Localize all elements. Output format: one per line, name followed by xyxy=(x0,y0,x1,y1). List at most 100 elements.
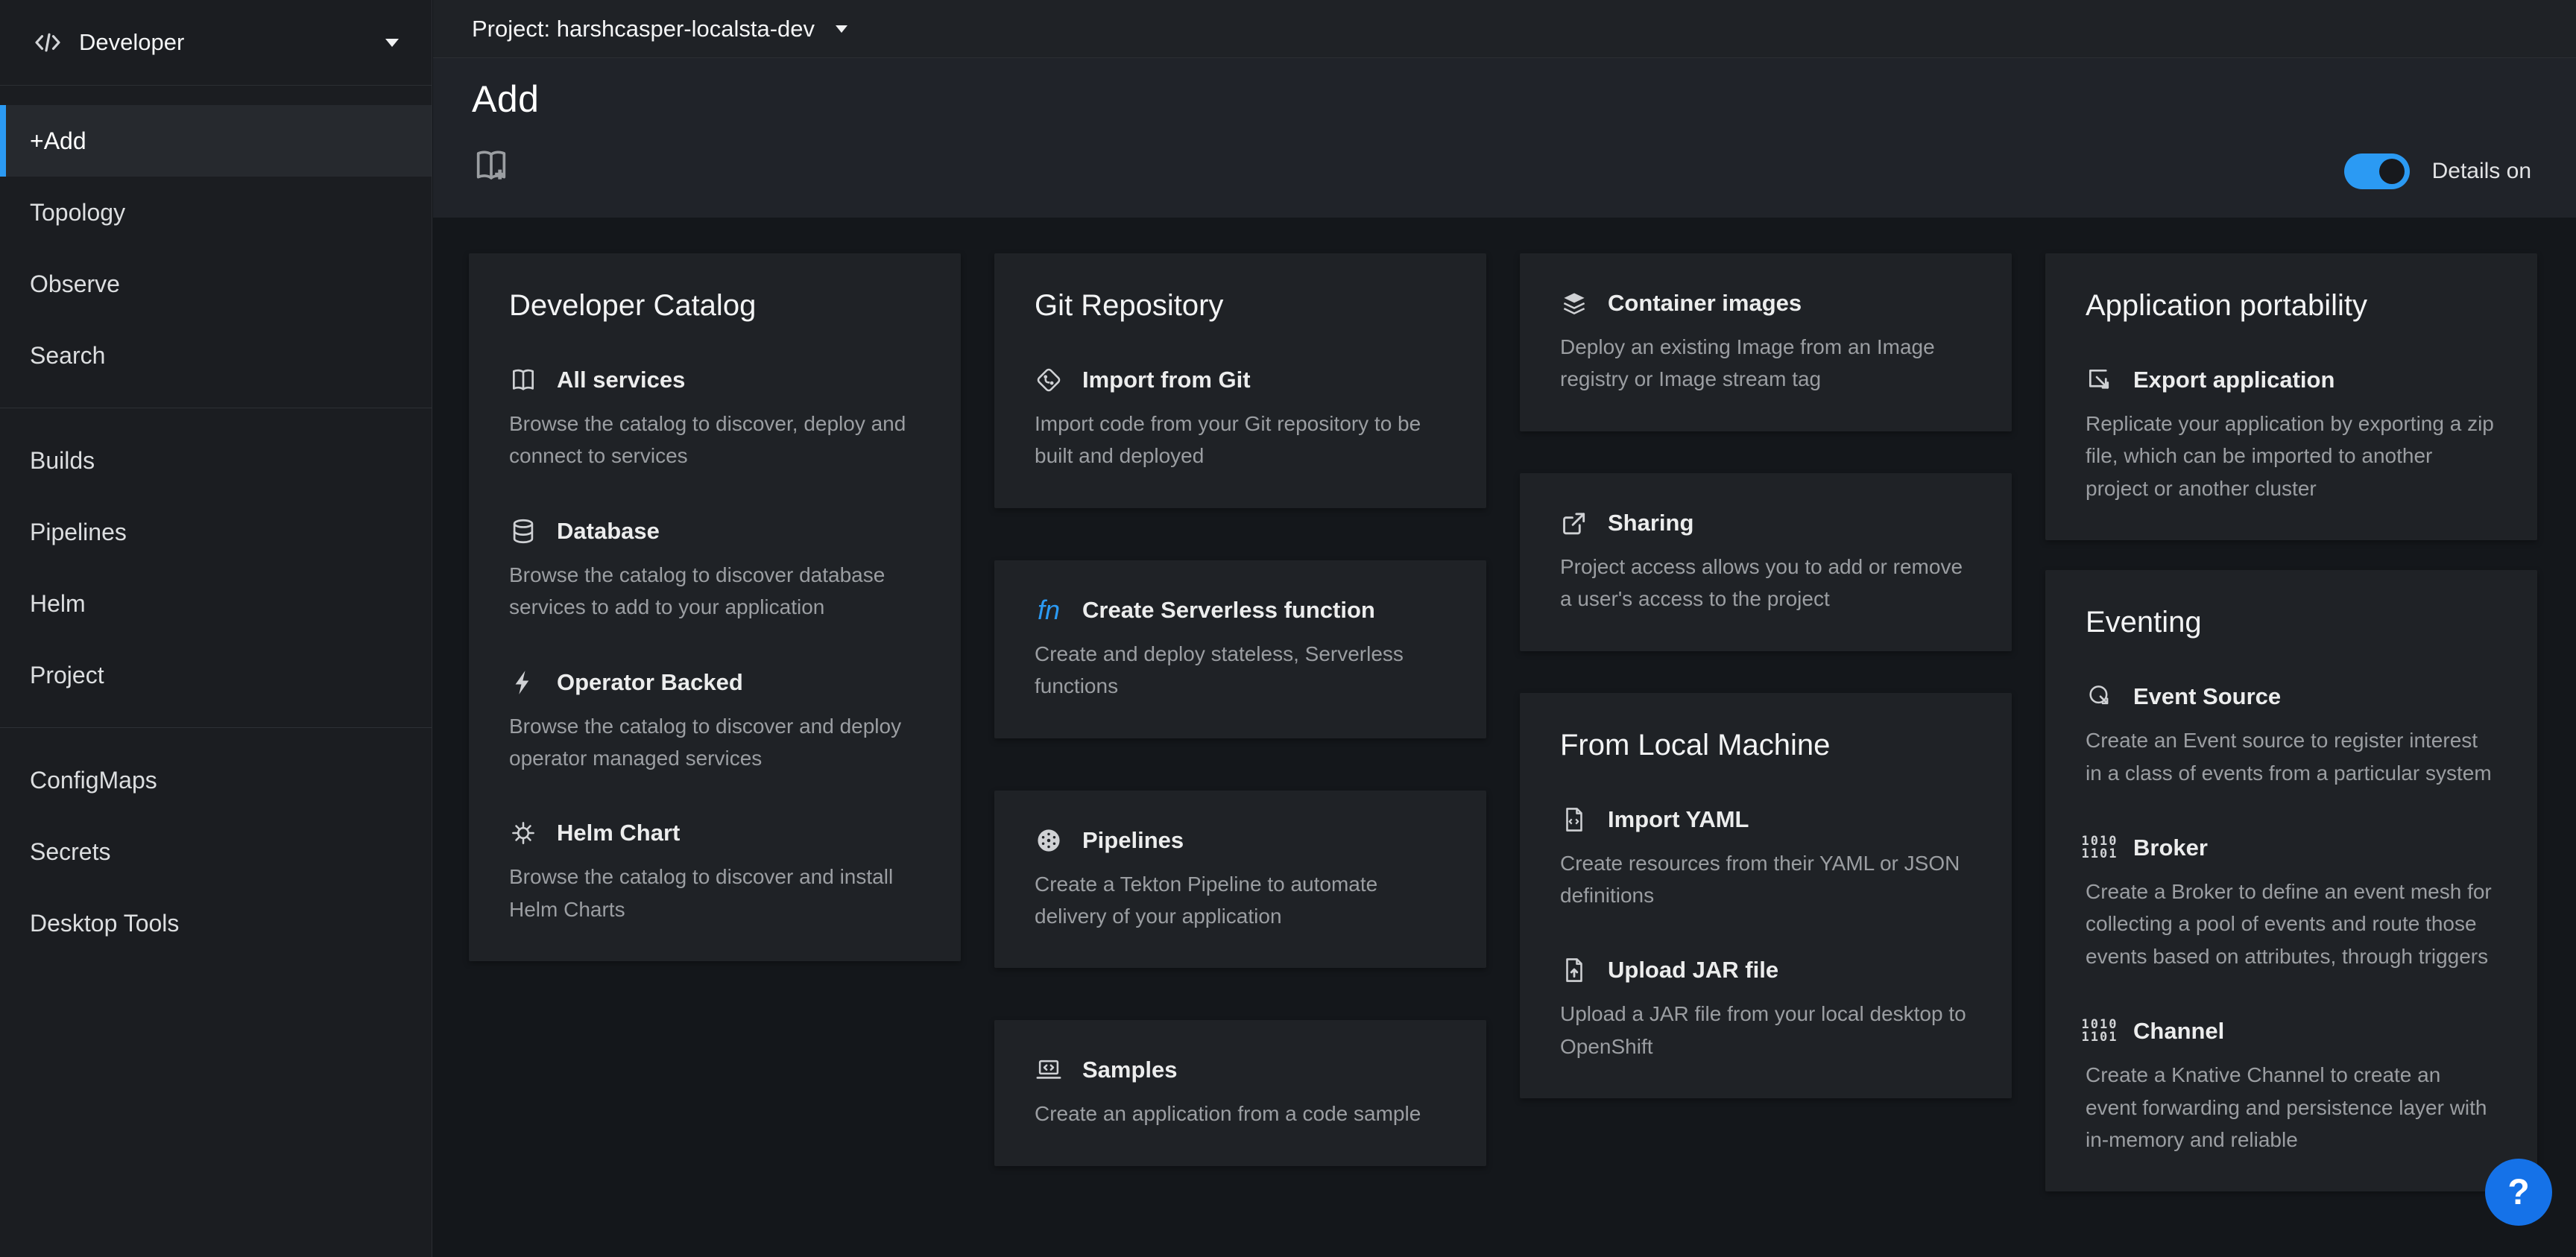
sidebar-item-pipelines[interactable]: Pipelines xyxy=(0,496,432,568)
sidebar-item-builds[interactable]: Builds xyxy=(0,425,432,496)
samples-icon xyxy=(1035,1056,1063,1084)
tile-description: Create resources from their YAML or JSON… xyxy=(1560,847,1972,912)
tile-link[interactable]: Operator Backed xyxy=(509,668,921,697)
tile-title: Import from Git xyxy=(1082,367,1251,393)
tile-description: Project access allows you to add or remo… xyxy=(1560,551,1972,615)
jar-file-icon xyxy=(1560,956,1588,984)
tile-title: Upload JAR file xyxy=(1608,957,1778,984)
tile-description: Import code from your Git repository to … xyxy=(1035,408,1446,472)
tile-sharing: Sharing Project access allows you to add … xyxy=(1560,509,1972,615)
sidebar-item-helm[interactable]: Helm xyxy=(0,568,432,639)
tile-title: Database xyxy=(557,518,660,545)
card-title: Application portability xyxy=(2086,289,2497,323)
card-column: Developer CatalogAll servicesBrowse the … xyxy=(469,253,961,1257)
tile-description: Create an application from a code sample xyxy=(1035,1098,1446,1130)
perspective-label: Developer xyxy=(79,29,369,56)
tile-container-images: Container imagesDeploy an existing Image… xyxy=(1560,289,1972,396)
sidebar-item-observe[interactable]: Observe xyxy=(0,248,432,320)
card-column: Application portability Export applicatio… xyxy=(2045,253,2537,1257)
tile-description: Upload a JAR file from your local deskto… xyxy=(1560,998,1972,1063)
card-column: Container imagesDeploy an existing Image… xyxy=(1520,253,2012,1257)
tile-channel: 1010 1101ChannelCreate a Knative Channel… xyxy=(2086,1017,2497,1156)
tile-title: Operator Backed xyxy=(557,669,743,696)
developer-code-icon xyxy=(33,28,63,57)
tile-link[interactable]: 1010 1101Channel xyxy=(2086,1017,2497,1045)
page-title: Add xyxy=(472,58,2531,121)
tile-link[interactable]: Import YAML xyxy=(1560,805,1972,834)
tile-title: Broker xyxy=(2133,835,2208,861)
card-git-repository: Git Repository Import from Git Import code… xyxy=(994,253,1486,508)
quick-starts-book-plus-icon[interactable] xyxy=(472,146,511,185)
card-container-images[interactable]: Container imagesDeploy an existing Image… xyxy=(1520,253,2012,431)
tile-title: Create Serverless function xyxy=(1082,597,1375,624)
card-create-serverless-function[interactable]: fn Create Serverless function Create and d… xyxy=(994,560,1486,738)
sidebar-item-configmaps[interactable]: ConfigMaps xyxy=(0,744,432,816)
tile-description: Browse the catalog to discover database … xyxy=(509,559,921,624)
project-selector[interactable]: Project: harshcasper-localsta-dev xyxy=(433,0,2576,58)
share-icon xyxy=(1560,509,1588,537)
tile-description: Browse the catalog to discover and insta… xyxy=(509,861,921,925)
add-page-cards: Developer CatalogAll servicesBrowse the … xyxy=(433,218,2576,1257)
card-eventing: EventingEvent SourceCreate an Event sour… xyxy=(2045,570,2537,1191)
export-icon xyxy=(2086,366,2114,394)
details-toggle-label: Details on xyxy=(2432,159,2531,184)
tile-link[interactable]: Event Source xyxy=(2086,683,2497,711)
tile-description: Browse the catalog to discover, deploy a… xyxy=(509,408,921,472)
tile-broker: 1010 1101BrokerCreate a Broker to define… xyxy=(2086,834,2497,972)
chevron-down-icon xyxy=(836,25,847,33)
tile-database: Database Browse the catalog to discover d… xyxy=(509,517,921,624)
project-selector-label: Project: harshcasper-localsta-dev xyxy=(472,16,815,42)
tile-link[interactable]: Database xyxy=(509,517,921,545)
tile-link[interactable]: All services xyxy=(509,366,921,394)
tile-link[interactable]: 1010 1101Broker xyxy=(2086,834,2497,862)
tile-samples: Samples Create an application from a code… xyxy=(1035,1056,1446,1130)
card-pipelines[interactable]: Pipelines Create a Tekton Pipeline to aut… xyxy=(994,791,1486,969)
main-area: Project: harshcasper-localsta-dev Add De… xyxy=(433,0,2576,1257)
book-icon xyxy=(509,366,537,394)
help-button[interactable]: ? xyxy=(2485,1159,2552,1226)
card-developer-catalog: Developer CatalogAll servicesBrowse the … xyxy=(469,253,961,961)
helm-icon xyxy=(509,819,537,847)
tile-upload-jar-file: Upload JAR file Upload a JAR file from yo… xyxy=(1560,956,1972,1063)
details-toggle-switch[interactable] xyxy=(2344,153,2410,189)
sidebar-nav: +AddTopologyObserveSearch BuildsPipelines… xyxy=(0,86,432,959)
tile-link[interactable]: Upload JAR file xyxy=(1560,956,1972,984)
database-icon xyxy=(509,517,537,545)
sidebar-item-secrets[interactable]: Secrets xyxy=(0,816,432,887)
sidebar-item-add[interactable]: +Add xyxy=(0,105,432,177)
tile-import-yaml: Import YAML Create resources from their Y… xyxy=(1560,805,1972,912)
tile-create-serverless-function: fn Create Serverless function Create and d… xyxy=(1035,596,1446,703)
card-title: From Local Machine xyxy=(1560,729,1972,762)
card-column: Git Repository Import from Git Import code… xyxy=(994,253,1486,1257)
card-title: Git Repository xyxy=(1035,289,1446,323)
card-sharing[interactable]: Sharing Project access allows you to add … xyxy=(1520,473,2012,651)
tile-description: Create a Tekton Pipeline to automate del… xyxy=(1035,868,1446,933)
tile-description: Create and deploy stateless, Serverless … xyxy=(1035,638,1446,703)
tile-import-from-git: Import from Git Import code from your Git… xyxy=(1035,366,1446,472)
event-source-icon xyxy=(2086,683,2114,711)
perspective-switcher[interactable]: Developer xyxy=(0,0,432,86)
tile-link[interactable]: Samples xyxy=(1035,1056,1446,1084)
tile-title: Pipelines xyxy=(1082,827,1184,854)
sidebar-item-project[interactable]: Project xyxy=(0,639,432,711)
git-icon xyxy=(1035,366,1063,394)
sidebar-item-desktop-tools[interactable]: Desktop Tools xyxy=(0,887,432,959)
tile-link[interactable]: Export application xyxy=(2086,366,2497,394)
fn-icon: fn xyxy=(1035,596,1063,624)
binary-icon: 1010 1101 xyxy=(2086,1017,2114,1045)
tile-link[interactable]: Pipelines xyxy=(1035,826,1446,855)
tile-title: Samples xyxy=(1082,1057,1178,1083)
tile-title: Helm Chart xyxy=(557,820,680,846)
tile-link[interactable]: Container images xyxy=(1560,289,1972,317)
tekton-icon xyxy=(1035,826,1063,855)
sidebar-item-search[interactable]: Search xyxy=(0,320,432,391)
tile-link[interactable]: fn Create Serverless function xyxy=(1035,596,1446,624)
tile-link[interactable]: Sharing xyxy=(1560,509,1972,537)
card-from-local-machine: From Local Machine Import YAML Create reso… xyxy=(1520,693,2012,1099)
tile-link[interactable]: Helm Chart xyxy=(509,819,921,847)
tile-link[interactable]: Import from Git xyxy=(1035,366,1446,394)
sidebar: Developer +AddTopologyObserveSearch Build… xyxy=(0,0,432,1257)
card-samples[interactable]: Samples Create an application from a code… xyxy=(994,1020,1486,1165)
tile-title: All services xyxy=(557,367,685,393)
sidebar-item-topology[interactable]: Topology xyxy=(0,177,432,248)
